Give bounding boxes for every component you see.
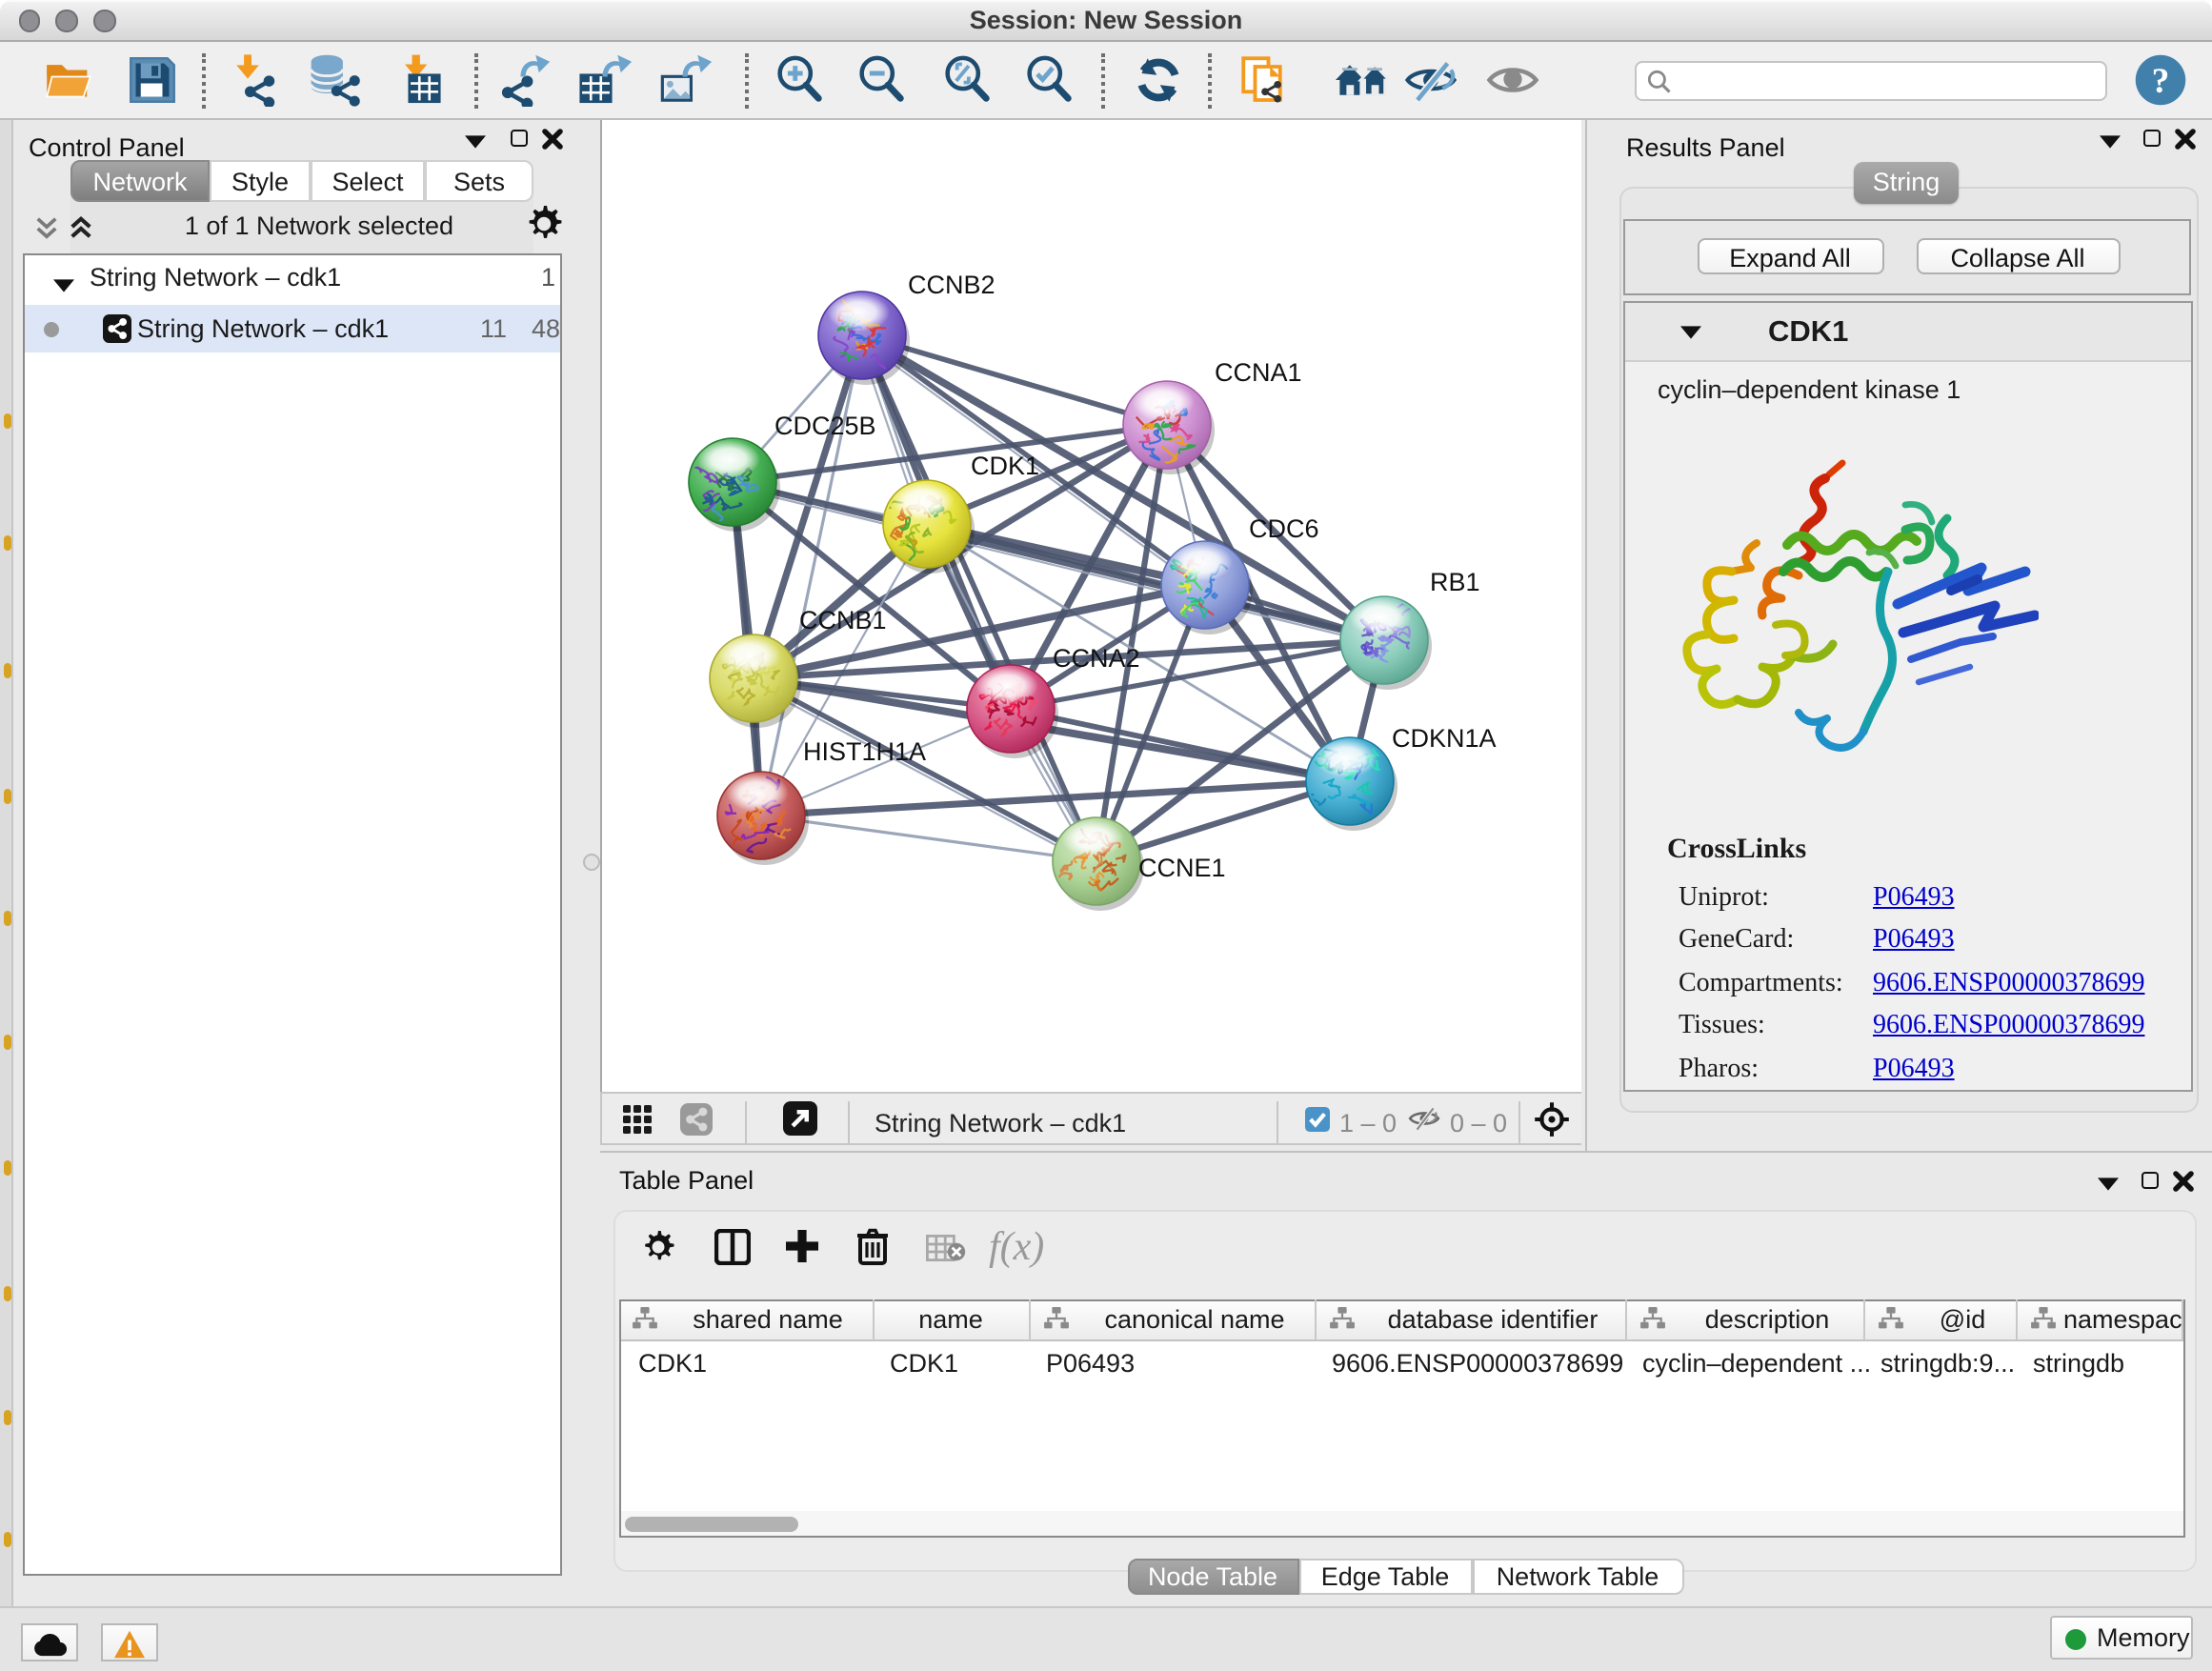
- svg-text:CDC25B: CDC25B: [774, 412, 875, 440]
- svg-text:CCNB1: CCNB1: [798, 606, 886, 634]
- svg-text:CDKN1A: CDKN1A: [1391, 724, 1496, 753]
- svg-text:CCNB2: CCNB2: [907, 271, 995, 299]
- svg-text:CCNE1: CCNE1: [1137, 854, 1225, 882]
- svg-text:CCNA2: CCNA2: [1052, 644, 1139, 673]
- svg-text:CCNA1: CCNA1: [1214, 358, 1301, 387]
- svg-text:HIST1H1A: HIST1H1A: [802, 737, 925, 766]
- svg-text:CDC6: CDC6: [1248, 514, 1318, 543]
- svg-text:CDK1: CDK1: [970, 452, 1038, 480]
- svg-text:?: ?: [2152, 62, 2170, 101]
- svg-text:RB1: RB1: [1429, 568, 1479, 596]
